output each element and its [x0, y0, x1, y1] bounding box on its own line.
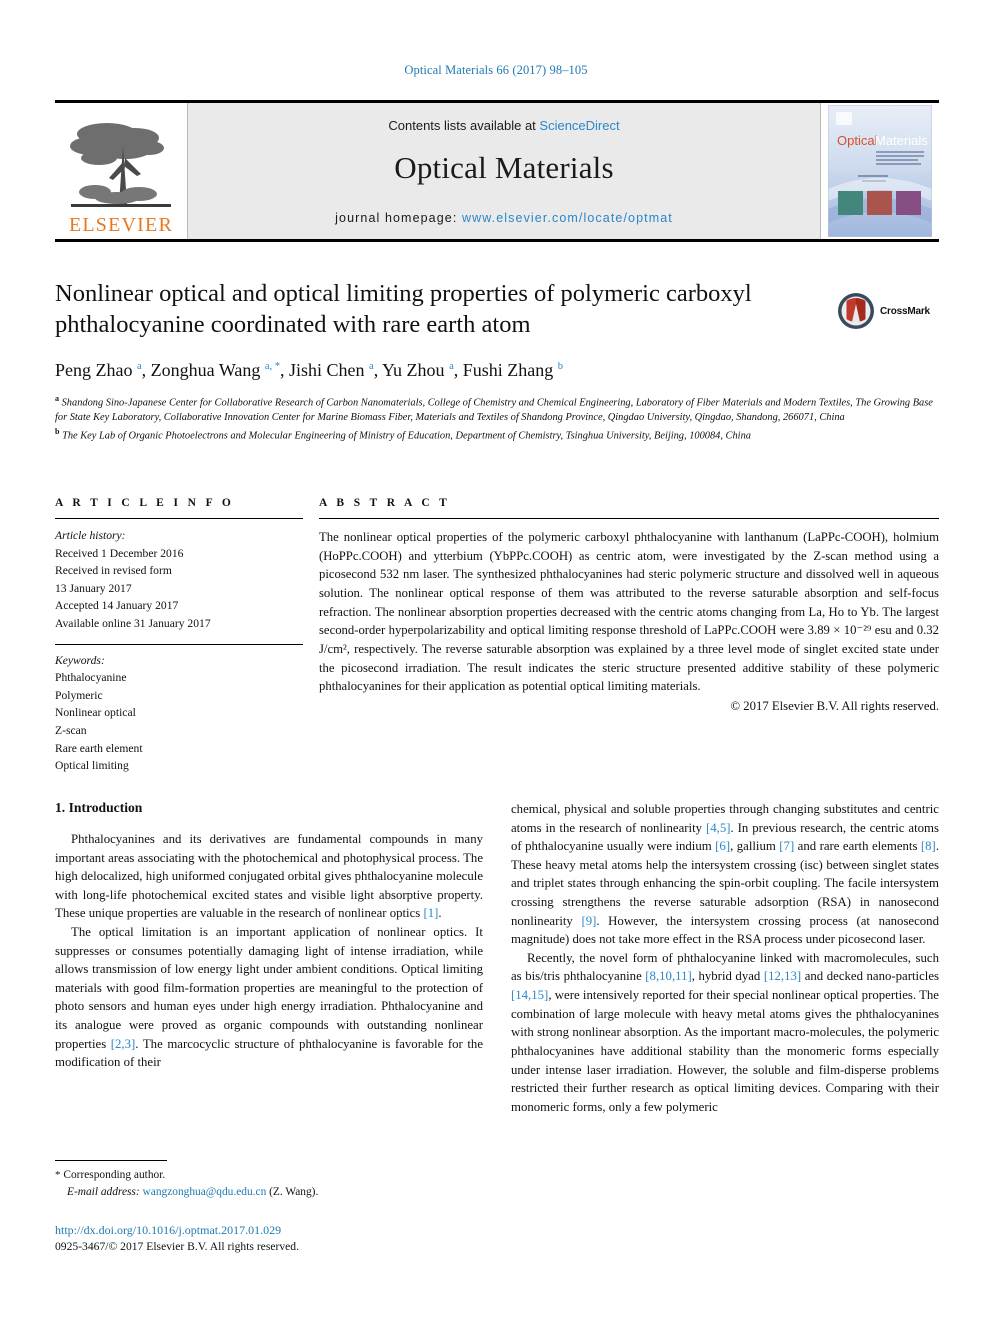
crossmark-label: CrossMark	[880, 305, 930, 317]
intro-paragraph: Phthalocyanines and its derivatives are …	[55, 832, 483, 921]
citation-ref[interactable]: [8]	[921, 839, 936, 853]
email-link[interactable]: wangzonghua@qdu.edu.cn	[143, 1186, 267, 1198]
sciencedirect-link[interactable]: ScienceDirect	[539, 118, 619, 133]
abstract-heading: A B S T R A C T	[319, 497, 451, 509]
affiliation-b: b The Key Lab of Organic Photoelectrons …	[55, 426, 933, 444]
affiliations: a Shandong Sino-Japanese Center for Coll…	[55, 393, 933, 444]
citation-ref[interactable]: [2,3]	[111, 1037, 136, 1051]
author-list: Peng Zhao a, Zonghua Wang a, *, Jishi Ch…	[55, 359, 563, 380]
doi-block: http://dx.doi.org/10.1016/j.optmat.2017.…	[55, 1222, 555, 1256]
contents-available-line: Contents lists available at ScienceDirec…	[188, 118, 820, 133]
affiliation-a: a Shandong Sino-Japanese Center for Coll…	[55, 393, 933, 426]
keyword-item: Nonlinear optical	[55, 706, 136, 720]
email-label: E-mail address:	[67, 1186, 140, 1199]
citation-ref[interactable]: [1]	[423, 906, 438, 920]
svg-text:Materials: Materials	[875, 133, 928, 148]
svg-text:Optical: Optical	[837, 133, 878, 148]
elsevier-tree-icon	[70, 123, 171, 207]
article-history: Article history: Received 1 December 201…	[55, 527, 303, 633]
history-line: Available online 31 January 2017	[55, 617, 211, 631]
citation-ref[interactable]: [9]	[581, 914, 596, 928]
footnote-rule	[55, 1160, 167, 1161]
abstract-copyright: © 2017 Elsevier B.V. All rights reserved…	[730, 699, 940, 714]
email-suffix: (Z. Wang).	[269, 1186, 319, 1199]
journal-title: Optical Materials	[394, 150, 614, 185]
affiliation-a-marker: a	[55, 394, 59, 404]
citation-ref[interactable]: [7]	[779, 839, 794, 853]
abstract-column: A B S T R A C T The nonlinear optical pr…	[319, 497, 939, 775]
journal-homepage-line: journal homepage: www.elsevier.com/locat…	[188, 211, 820, 225]
corresponding-text: Corresponding author.	[63, 1169, 166, 1181]
section-heading-introduction: 1. Introduction	[55, 800, 143, 815]
journal-cover-image: Optical Materials	[828, 105, 932, 237]
keyword-item: Rare earth element	[55, 741, 143, 755]
citation-ref[interactable]: [14,15]	[511, 988, 548, 1002]
keyword-item: Phthalocyanine	[55, 671, 127, 685]
keyword-item: Z-scan	[55, 724, 87, 738]
citation-ref[interactable]: [8,10,11]	[645, 969, 691, 983]
affiliation-a-text: Shandong Sino-Japanese Center for Collab…	[55, 397, 933, 424]
corresponding-marker: *	[55, 1169, 61, 1181]
crossmark-badge[interactable]: CrossMark	[837, 283, 937, 339]
article-page: Optical Materials 66 (2017) 98–105 ELSEV…	[0, 0, 992, 1323]
elsevier-logo: ELSEVIER	[55, 103, 187, 239]
article-info-heading: A R T I C L E I N F O	[55, 497, 235, 509]
history-line: Received 1 December 2016	[55, 546, 184, 560]
affiliation-b-text: The Key Lab of Organic Photoelectrons an…	[62, 430, 751, 442]
history-line: 13 January 2017	[55, 581, 132, 595]
info-abstract-row: A R T I C L E I N F O Article history: R…	[55, 497, 939, 775]
contents-prefix: Contents lists available at	[388, 118, 540, 133]
intro-paragraph: The optical limitation is an important a…	[55, 925, 483, 1070]
citation-ref[interactable]: [4,5]	[706, 821, 731, 835]
keywords-rule	[55, 643, 303, 645]
citation-ref[interactable]: [6]	[715, 839, 730, 853]
journal-cover-container: Optical Materials	[821, 103, 939, 239]
intro-paragraph: Recently, the novel form of phthalocyani…	[511, 950, 939, 1114]
doi-link[interactable]: http://dx.doi.org/10.1016/j.optmat.2017.…	[55, 1222, 555, 1239]
corresponding-author-line: * Corresponding author.	[55, 1167, 483, 1184]
footnote-block: * Corresponding author. E-mail address: …	[55, 1160, 483, 1201]
email-line: E-mail address: wangzonghua@qdu.edu.cn (…	[55, 1184, 483, 1201]
keywords-label: Keywords:	[55, 653, 105, 667]
elsevier-wordmark: ELSEVIER	[68, 214, 174, 236]
homepage-prefix: journal homepage:	[335, 211, 462, 225]
running-head: Optical Materials 66 (2017) 98–105	[404, 63, 588, 77]
keyword-item: Optical limiting	[55, 759, 129, 773]
article-info-column: A R T I C L E I N F O Article history: R…	[55, 497, 303, 775]
body-column-right: chemical, physical and soluble propertie…	[511, 800, 939, 1230]
title-block: Nonlinear optical and optical limiting p…	[55, 278, 939, 444]
journal-masthead: ELSEVIER Contents lists available at Sci…	[55, 100, 939, 242]
keyword-item: Polymeric	[55, 688, 103, 702]
article-info-rule	[55, 518, 303, 519]
page-title: Nonlinear optical and optical limiting p…	[55, 280, 752, 339]
history-line: Received in revised form	[55, 564, 172, 578]
article-history-label: Article history:	[55, 529, 126, 542]
issn-copyright-line: 0925-3467/© 2017 Elsevier B.V. All right…	[55, 1240, 299, 1254]
masthead-center: Contents lists available at ScienceDirec…	[187, 103, 821, 239]
homepage-url-link[interactable]: www.elsevier.com/locate/optmat	[462, 211, 673, 225]
citation-ref[interactable]: [12,13]	[764, 969, 801, 983]
abstract-text: The nonlinear optical properties of the …	[319, 530, 939, 694]
affiliation-b-marker: b	[55, 427, 60, 437]
crossmark-icon	[838, 293, 874, 329]
abstract-rule	[319, 518, 939, 519]
history-line: Accepted 14 January 2017	[55, 599, 179, 613]
intro-paragraph: chemical, physical and soluble propertie…	[511, 802, 940, 947]
keywords-block: Keywords: Phthalocyanine Polymeric Nonli…	[55, 652, 303, 775]
